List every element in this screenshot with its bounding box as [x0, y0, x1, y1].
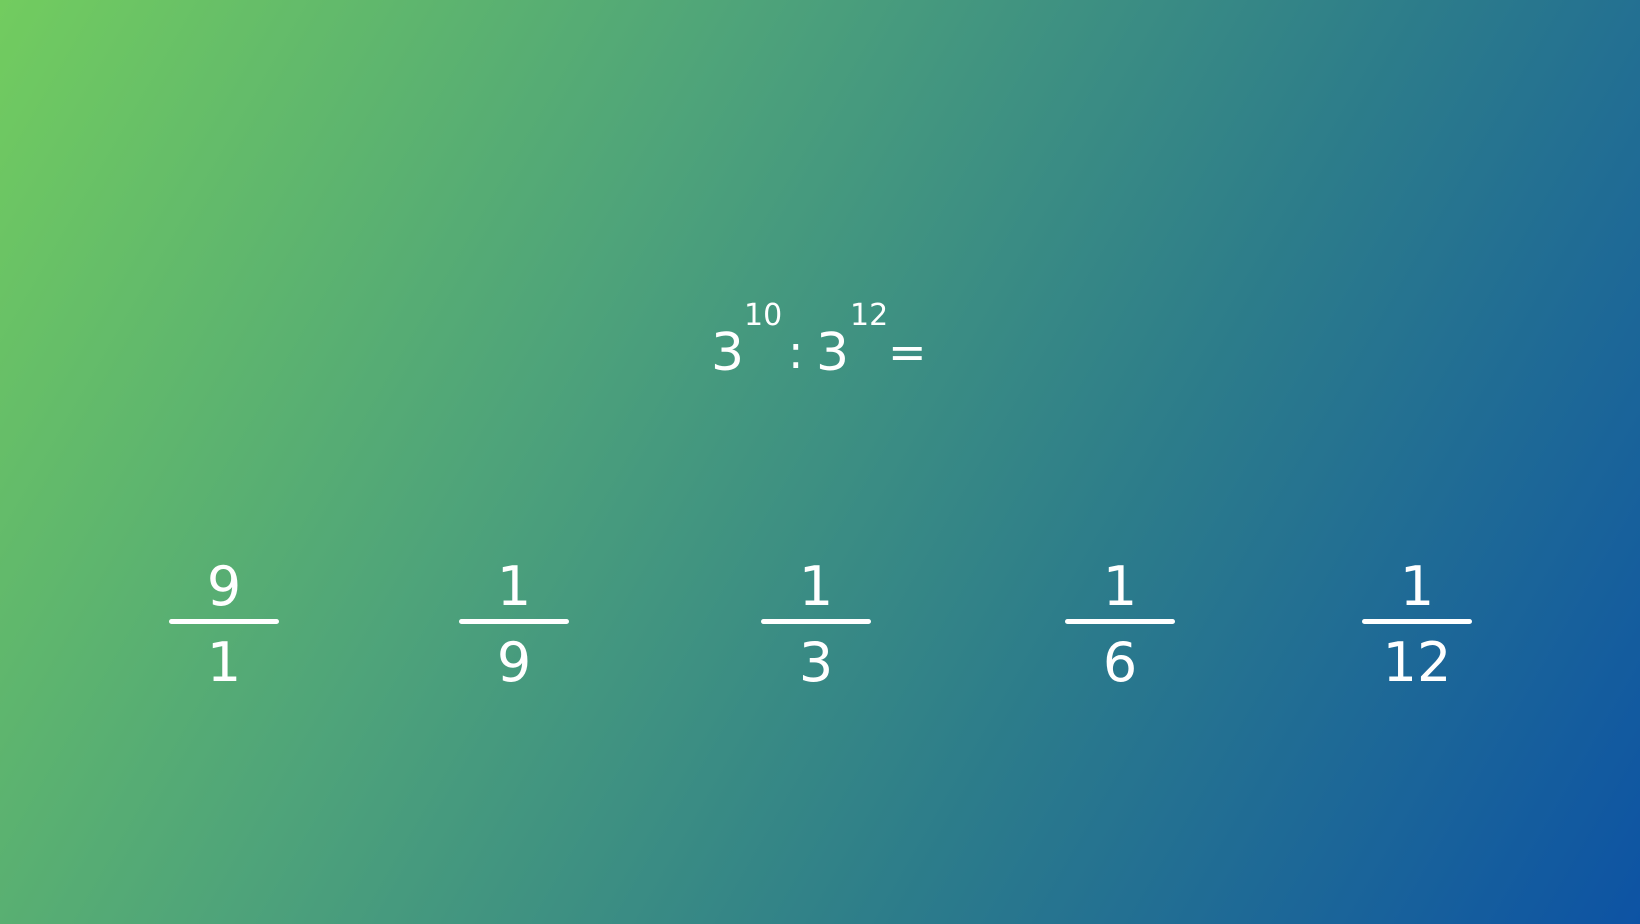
- answer-option-denominator: 9: [496, 631, 532, 694]
- answer-option-3[interactable]: 1 3: [761, 556, 871, 696]
- answer-option-numerator: 1: [798, 555, 834, 618]
- answer-option-numerator: 1: [496, 555, 532, 618]
- answer-option-1[interactable]: 9 1: [169, 556, 279, 696]
- question-division-operator: :: [788, 325, 804, 379]
- fraction-bar: [761, 619, 871, 624]
- fraction-bar: [1065, 619, 1175, 624]
- answer-option-numerator: 1: [1102, 555, 1138, 618]
- question-base-2: 3: [816, 323, 850, 383]
- answer-option-4[interactable]: 1 6: [1065, 556, 1175, 696]
- answer-option-denominator: 3: [798, 631, 834, 694]
- answer-option-numerator: 9: [206, 555, 242, 618]
- question-equals-sign: =: [888, 325, 927, 379]
- answer-option-numerator: 1: [1399, 555, 1435, 618]
- question-expression: 3 10 : 3 12 =: [700, 295, 940, 385]
- answer-option-5[interactable]: 1 12: [1362, 556, 1472, 696]
- fraction-bar: [169, 619, 279, 624]
- fraction-bar: [1362, 619, 1472, 624]
- fraction-bar: [459, 619, 569, 624]
- answer-option-2[interactable]: 1 9: [459, 556, 569, 696]
- answer-option-denominator: 12: [1382, 631, 1452, 694]
- question-exponent-1: 10: [744, 298, 783, 333]
- answer-option-denominator: 6: [1102, 631, 1138, 694]
- answer-option-denominator: 1: [206, 631, 242, 694]
- question-base-1: 3: [711, 323, 745, 383]
- question-exponent-2: 12: [850, 298, 889, 333]
